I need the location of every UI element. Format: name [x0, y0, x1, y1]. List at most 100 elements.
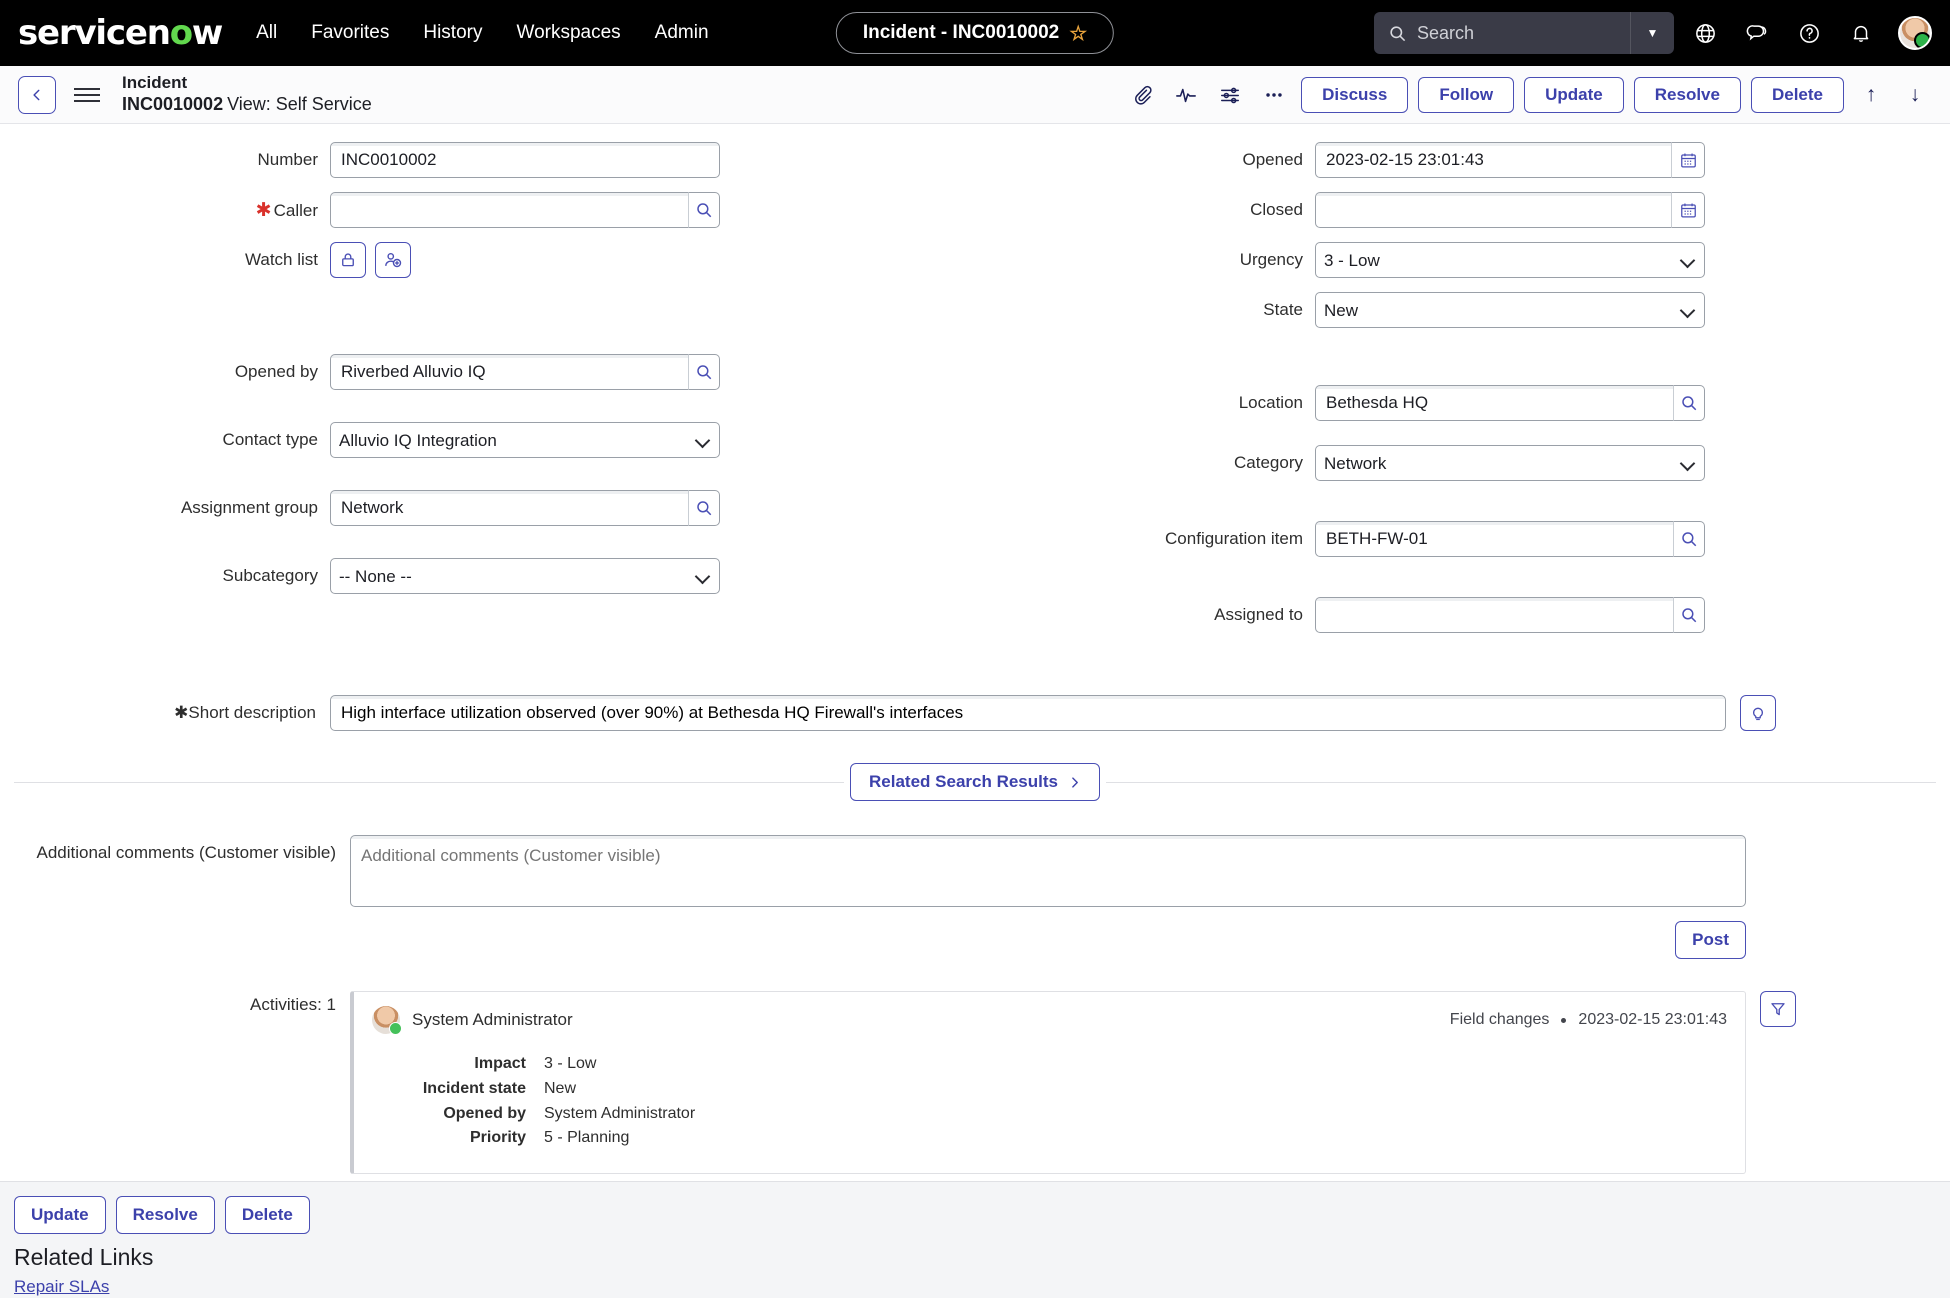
resolve-button[interactable]: Resolve: [1634, 77, 1741, 113]
activity-field-row: Priority 5 - Planning: [372, 1126, 1727, 1151]
footer-delete-button[interactable]: Delete: [225, 1196, 310, 1234]
caller-control: [330, 192, 720, 228]
contact-type-select[interactable]: Alluvio IQ Integration: [330, 422, 720, 458]
assignment-group-label: Assignment group: [0, 498, 330, 518]
subcategory-select[interactable]: -- None --: [330, 558, 720, 594]
post-comment-button[interactable]: Post: [1675, 921, 1746, 959]
next-record-arrow-icon[interactable]: ↓: [1898, 78, 1932, 112]
assigned-to-control: [1315, 597, 1705, 633]
personalize-form-icon[interactable]: [1213, 78, 1247, 112]
record-title-block: Incident INC0010002View: Self Service: [122, 73, 372, 116]
user-avatar[interactable]: [1898, 16, 1932, 50]
field-row-closed: Closed: [975, 192, 1950, 228]
urgency-select[interactable]: 3 - Low: [1315, 242, 1705, 278]
caller-label-text: Caller: [274, 201, 318, 220]
field-row-category: Category Network: [975, 445, 1950, 481]
global-search-placeholder: Search: [1417, 23, 1474, 44]
divider-left: [14, 782, 844, 783]
field-row-assigned-to: Assigned to: [975, 597, 1950, 633]
record-type-label: Incident: [122, 73, 372, 94]
additional-comments-textarea[interactable]: [350, 835, 1746, 907]
opened-by-label: Opened by: [0, 362, 330, 382]
suggestion-lightbulb-icon[interactable]: [1740, 695, 1776, 731]
caller-input[interactable]: [330, 192, 689, 228]
bell-icon[interactable]: [1840, 12, 1882, 54]
opened-calendar-icon[interactable]: [1672, 142, 1705, 178]
activity-filter-icon[interactable]: [1760, 991, 1796, 1027]
short-description-label-text: Short description: [188, 703, 316, 722]
opened-by-input[interactable]: [330, 354, 689, 390]
primary-nav-links: All Favorites History Workspaces Admin: [256, 22, 708, 44]
assigned-to-lookup-icon[interactable]: [1674, 597, 1705, 633]
location-lookup-icon[interactable]: [1674, 385, 1705, 421]
required-asterisk-icon: ✱: [256, 200, 272, 221]
spacer-right-2: [975, 495, 1950, 521]
assignment-group-input[interactable]: [330, 490, 689, 526]
globe-icon[interactable]: [1684, 12, 1726, 54]
nav-item-all[interactable]: All: [256, 22, 277, 44]
favorite-star-icon[interactable]: ☆: [1069, 21, 1087, 46]
closed-calendar-icon[interactable]: [1672, 192, 1705, 228]
activity-field-value: 3 - Low: [544, 1052, 596, 1077]
number-input[interactable]: [330, 142, 720, 178]
nav-item-history[interactable]: History: [423, 22, 482, 44]
spacer-left-3: [0, 540, 975, 558]
divider-right: [1106, 782, 1936, 783]
context-menu-icon[interactable]: [74, 88, 100, 102]
related-link-repair-slas[interactable]: Repair SLAs: [14, 1277, 109, 1297]
category-select[interactable]: Network: [1315, 445, 1705, 481]
attachment-icon[interactable]: [1125, 78, 1159, 112]
configuration-item-label: Configuration item: [975, 529, 1315, 549]
search-scope-caret-icon[interactable]: ▼: [1630, 12, 1674, 54]
help-icon[interactable]: [1788, 12, 1830, 54]
assigned-to-input[interactable]: [1315, 597, 1674, 633]
subcategory-label: Subcategory: [0, 566, 330, 586]
follow-button[interactable]: Follow: [1418, 77, 1514, 113]
footer-resolve-button[interactable]: Resolve: [116, 1196, 215, 1234]
nav-item-admin[interactable]: Admin: [655, 22, 709, 44]
footer-buttons: Update Resolve Delete: [14, 1196, 1936, 1234]
back-button[interactable]: [18, 76, 56, 114]
discuss-button[interactable]: Discuss: [1301, 77, 1408, 113]
activity-entry-header: System Administrator Field changes 2023-…: [372, 1006, 1727, 1034]
field-row-urgency: Urgency 3 - Low: [975, 242, 1950, 278]
closed-input[interactable]: [1315, 192, 1672, 228]
activity-entry-meta: Field changes 2023-02-15 23:01:43: [1450, 1011, 1727, 1029]
number-control: [330, 142, 720, 178]
delete-button[interactable]: Delete: [1751, 77, 1844, 113]
state-control: New: [1315, 292, 1705, 328]
update-button[interactable]: Update: [1524, 77, 1624, 113]
configuration-item-lookup-icon[interactable]: [1674, 521, 1705, 557]
caller-lookup-icon[interactable]: [689, 192, 720, 228]
more-options-icon[interactable]: [1257, 78, 1291, 112]
previous-record-arrow-icon[interactable]: ↑: [1854, 78, 1888, 112]
short-description-input[interactable]: [330, 695, 1726, 731]
opened-label: Opened: [975, 150, 1315, 170]
opened-control: [1315, 142, 1705, 178]
activity-field-row: Opened by System Administrator: [372, 1102, 1727, 1127]
number-label: Number: [0, 150, 330, 170]
opened-by-lookup-icon[interactable]: [689, 354, 720, 390]
logo-text-part1: servicen: [18, 13, 170, 53]
activity-stream-icon[interactable]: [1169, 78, 1203, 112]
field-row-caller: ✱Caller: [0, 192, 975, 228]
location-input[interactable]: [1315, 385, 1674, 421]
assignment-group-lookup-icon[interactable]: [689, 490, 720, 526]
watchlist-add-user-icon[interactable]: [375, 242, 411, 278]
form-columns: Number ✱Caller Watch list: [0, 142, 1950, 647]
watchlist-lock-icon[interactable]: [330, 242, 366, 278]
related-search-results-button[interactable]: Related Search Results: [850, 763, 1100, 801]
open-record-tab[interactable]: Incident - INC0010002 ☆: [836, 12, 1114, 54]
left-column-gap: [0, 292, 975, 354]
nav-item-favorites[interactable]: Favorites: [311, 22, 389, 44]
configuration-item-input[interactable]: [1315, 521, 1674, 557]
opened-input[interactable]: [1315, 142, 1672, 178]
conversations-icon[interactable]: [1736, 12, 1778, 54]
footer-update-button[interactable]: Update: [14, 1196, 106, 1234]
search-icon: [1388, 24, 1407, 43]
post-button-wrap: Post: [350, 921, 1746, 959]
nav-item-workspaces[interactable]: Workspaces: [516, 22, 620, 44]
servicenow-logo[interactable]: servicenow: [18, 13, 222, 53]
state-select[interactable]: New: [1315, 292, 1705, 328]
global-search[interactable]: Search ▼: [1374, 12, 1674, 54]
